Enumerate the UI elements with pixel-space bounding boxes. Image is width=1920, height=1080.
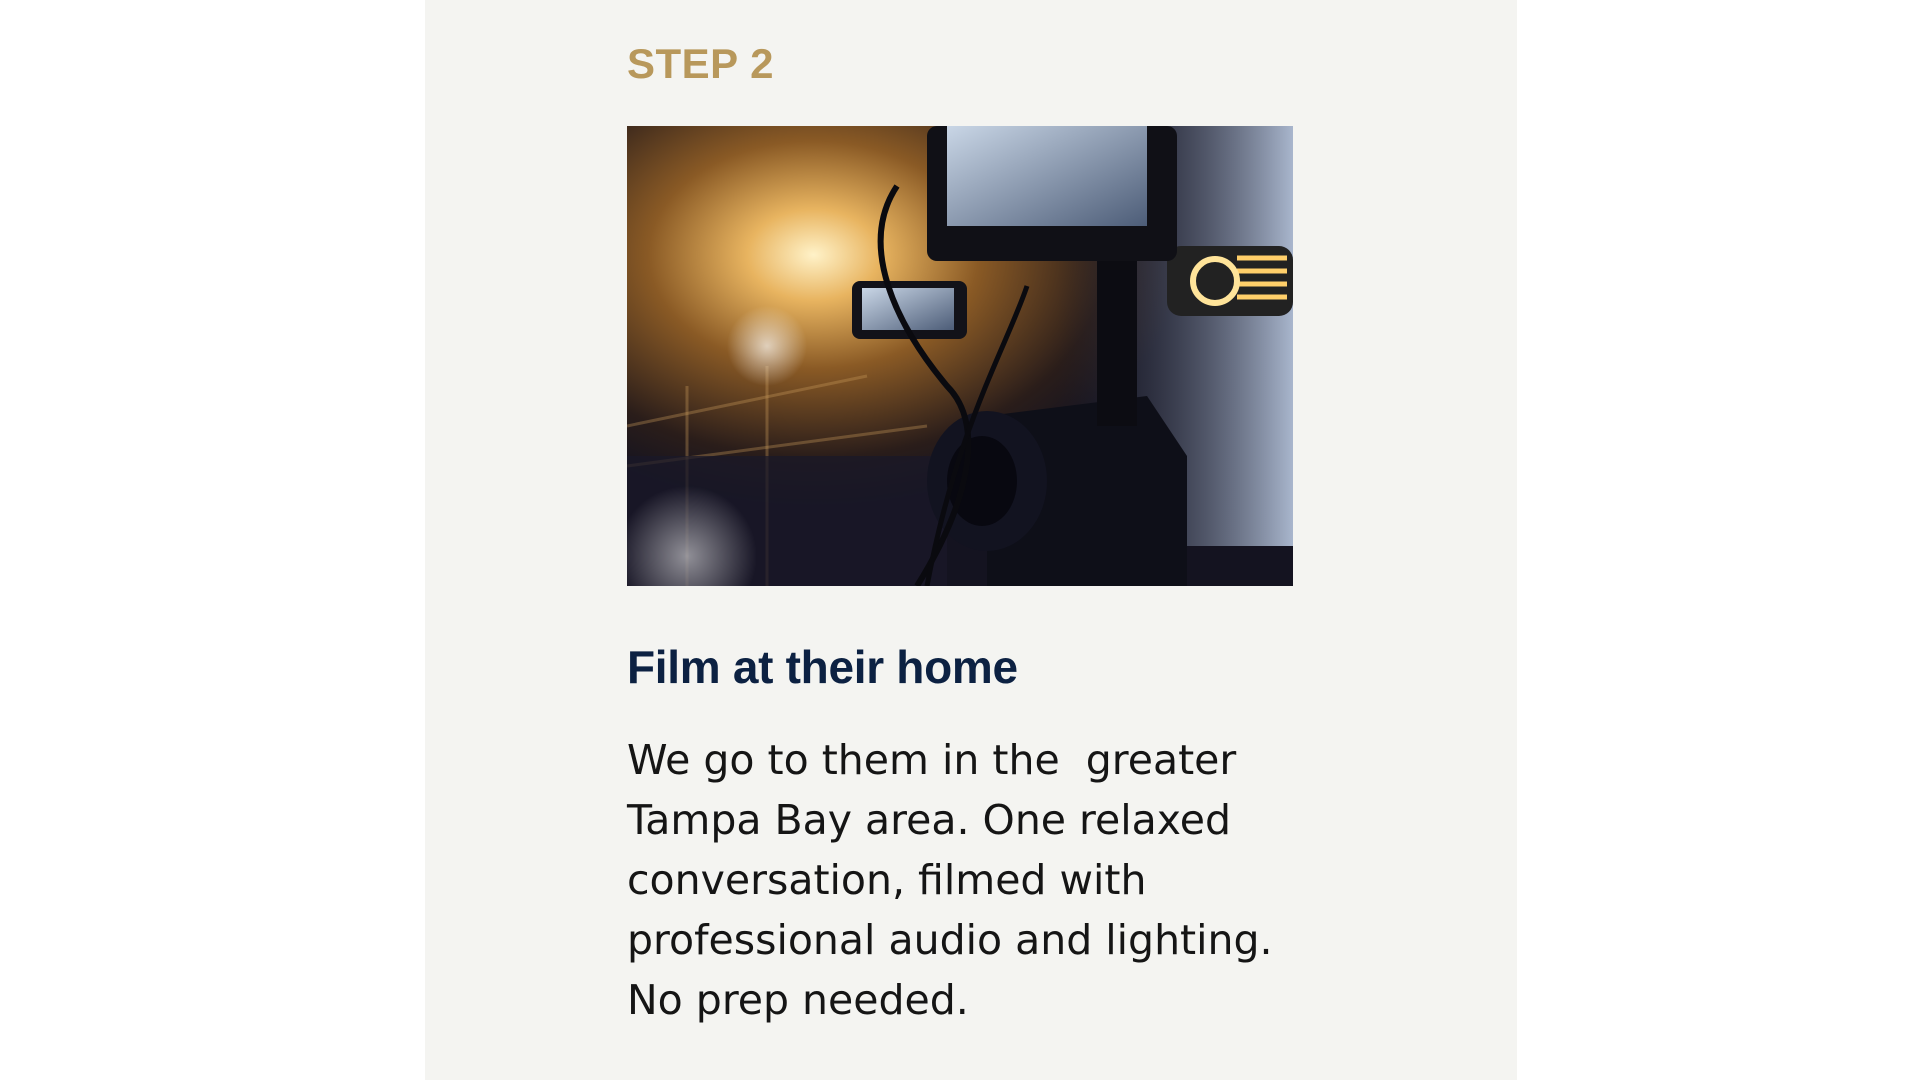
body-line: conversation, filmed with bbox=[627, 856, 1147, 904]
camera-rig-illustration bbox=[627, 126, 1293, 586]
camera-rig-image bbox=[627, 126, 1293, 586]
step-label: STEP 2 bbox=[627, 40, 774, 87]
body-line: Tampa Bay area. One relaxed bbox=[627, 796, 1232, 844]
body-line: No prep needed. bbox=[627, 976, 969, 1024]
section-body: We go to them in the greater Tampa Bay a… bbox=[627, 730, 1307, 1030]
section-title: Film at their home bbox=[627, 641, 1018, 693]
step-card: STEP 2 Film at their home We go to them … bbox=[425, 0, 1517, 1080]
body-line: professional audio and lighting. bbox=[627, 916, 1273, 964]
body-line: We go to them in the greater bbox=[627, 736, 1237, 784]
